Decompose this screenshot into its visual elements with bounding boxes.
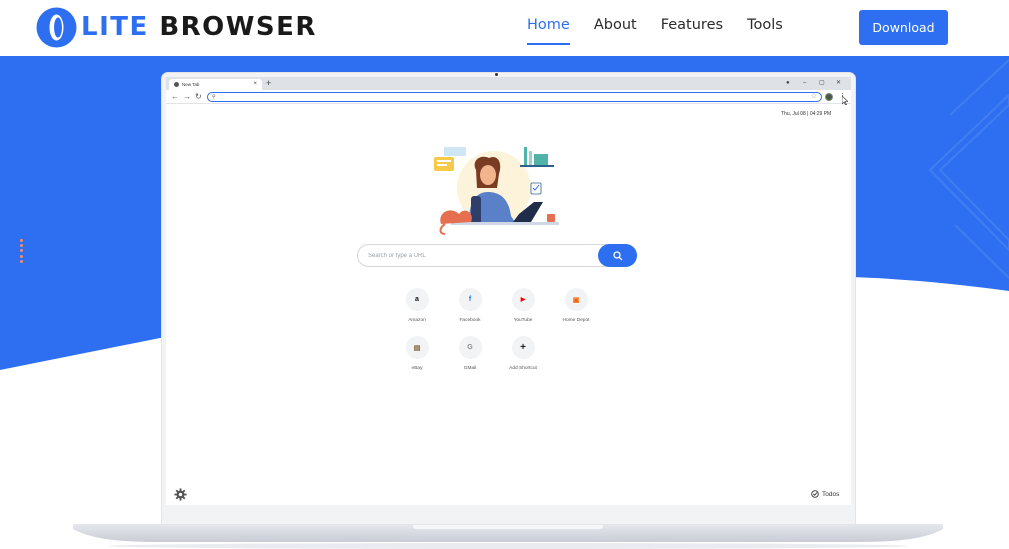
shortcut-label: Home Depot	[562, 318, 590, 323]
add-shortcut-icon: +	[511, 336, 535, 359]
facebook-icon: f	[458, 288, 482, 311]
site-header: LITE BROWSER Home About Features Tools D…	[0, 0, 1009, 56]
landing-page: LITE BROWSER Home About Features Tools D…	[0, 0, 1009, 549]
youtube-icon: ▶	[511, 288, 535, 311]
gmail-icon: G	[458, 336, 482, 359]
shortcut-label: Facebook	[459, 318, 481, 323]
reload-button[interactable]: ↻	[195, 91, 202, 103]
back-button[interactable]: ←	[171, 91, 179, 103]
logo-text-browser: BROWSER	[159, 12, 317, 42]
download-button[interactable]: Download	[859, 10, 948, 45]
date-time-display: Thu, Jul 08 | 04:29 PM	[781, 111, 832, 117]
browser-record-icon[interactable]: ●	[786, 78, 790, 89]
shortcut-label: GMail	[463, 366, 477, 371]
search-input[interactable]	[368, 251, 588, 261]
browser-window: New Tab × + ● – ▢ ✕ ← → ↻ ⚲ ☆ ⋮ Thu, Jul…	[166, 77, 851, 505]
search-button[interactable]	[598, 244, 637, 267]
add-shortcut-button[interactable]: + Add Shortcut	[503, 336, 543, 371]
bookmark-star-icon[interactable]: ☆	[811, 92, 817, 102]
logo-text-lite: LITE	[81, 12, 149, 42]
address-bar[interactable]: ⚲ ☆	[207, 92, 822, 102]
shortcut-facebook[interactable]: f Facebook	[450, 288, 490, 323]
decorative-dots	[20, 239, 23, 265]
shortcut-amazon[interactable]: a Amazon	[397, 288, 437, 323]
tab-bar: New Tab × + ● – ▢ ✕	[166, 77, 851, 90]
todos-label: Todos	[822, 490, 840, 498]
ebay-icon: ▤	[405, 336, 429, 359]
shortcut-youtube[interactable]: ▶ YouTube	[503, 288, 543, 323]
newtab-search-box	[357, 244, 637, 267]
laptop-base	[73, 522, 943, 549]
laptop-camera	[495, 73, 498, 76]
new-tab-button[interactable]: +	[266, 78, 271, 89]
nav-features[interactable]: Features	[661, 17, 723, 45]
shortcut-home-depot[interactable]: ▣ Home Depot	[556, 288, 596, 323]
shortcut-label: Add Shortcut	[509, 366, 537, 371]
tab-title: New Tab	[182, 82, 200, 87]
logo-wordmark: LITE BROWSER	[81, 7, 317, 48]
check-circle-icon	[811, 490, 819, 498]
home-depot-icon: ▣	[564, 288, 588, 311]
minimize-button[interactable]: –	[803, 78, 806, 89]
todos-button[interactable]: Todos	[811, 490, 839, 498]
tab-new-tab[interactable]: New Tab ×	[169, 79, 262, 90]
amazon-icon: a	[405, 288, 429, 311]
search-icon: ⚲	[212, 94, 216, 100]
nav-tools[interactable]: Tools	[747, 17, 783, 45]
profile-avatar[interactable]	[825, 93, 833, 101]
main-nav: Home About Features Tools	[527, 17, 807, 45]
search-icon	[612, 250, 622, 260]
maximize-button[interactable]: ▢	[819, 78, 825, 89]
shortcut-label: YouTube	[513, 318, 533, 323]
logo[interactable]: LITE BROWSER	[36, 7, 317, 48]
tab-favicon-icon	[174, 82, 179, 87]
tab-close-icon[interactable]: ×	[253, 80, 257, 89]
shortcut-gmail[interactable]: G GMail	[450, 336, 490, 371]
shortcut-label: eBay	[411, 366, 423, 371]
forward-button[interactable]: →	[183, 91, 191, 103]
shortcut-ebay[interactable]: ▤ eBay	[397, 336, 437, 371]
shortcut-label: Amazon	[408, 318, 426, 323]
nav-about[interactable]: About	[594, 17, 637, 45]
mouse-cursor-icon	[842, 96, 848, 105]
logo-mark-icon	[36, 7, 77, 48]
woman-laptop-illustration	[434, 147, 559, 235]
nav-home[interactable]: Home	[527, 17, 570, 45]
gear-icon[interactable]	[174, 488, 187, 501]
toolbar: ← → ↻ ⚲ ☆ ⋮	[166, 90, 851, 104]
close-window-button[interactable]: ✕	[836, 78, 841, 89]
